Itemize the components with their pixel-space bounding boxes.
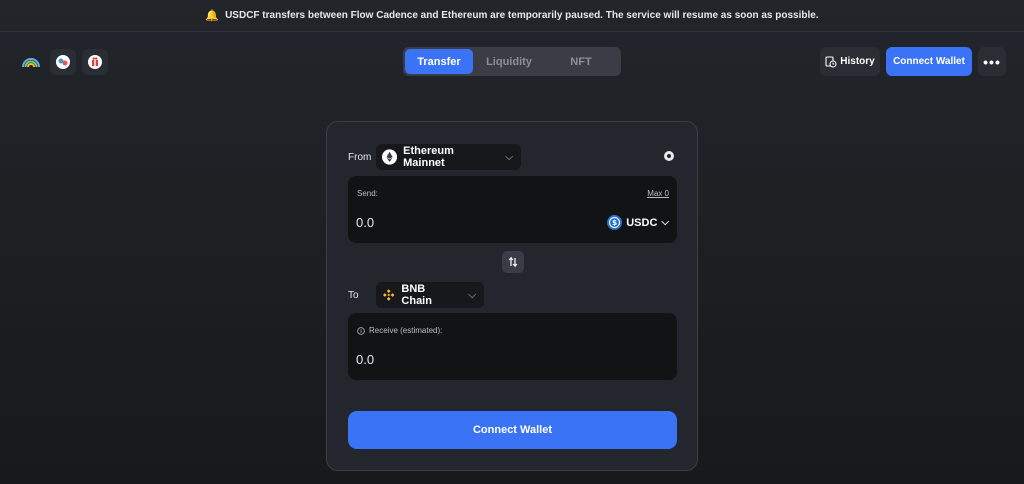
bell-icon: 🔔 (205, 10, 220, 22)
history-button[interactable]: History (820, 47, 880, 76)
receive-label: Receive (estimated): (369, 326, 443, 335)
transfer-card: From Ethereum Mainnet ⌵ Send: Max 0 0.0 … (326, 121, 698, 471)
receive-label-row: Receive (estimated): (357, 326, 442, 335)
receive-amount: 0.0 (356, 352, 375, 367)
gift-logo-icon[interactable] (82, 49, 108, 75)
ethereum-icon (382, 149, 398, 165)
to-chain-name: BNB Chain (401, 283, 432, 307)
more-options-icon[interactable]: ••• (978, 47, 1006, 76)
header-actions: History Connect Wallet ••• (820, 47, 1006, 76)
swap-direction-button[interactable] (502, 251, 524, 273)
send-label: Send: (357, 189, 378, 198)
announcement-banner: 🔔 USDCF transfers between Flow Cadence a… (0, 0, 1024, 32)
main-tabs: Transfer Liquidity NFT (403, 47, 621, 76)
rainbow-logo-icon[interactable] (18, 49, 44, 75)
to-label: To (348, 290, 359, 301)
info-icon (357, 326, 365, 335)
partner-logo-icon[interactable] (50, 49, 76, 75)
swap-arrows-icon (508, 256, 518, 268)
bnb-icon (382, 289, 395, 301)
receive-box: Receive (estimated): 0.0 (348, 313, 677, 380)
from-label: From (348, 152, 372, 163)
send-amount-input[interactable]: 0.0 (356, 215, 374, 230)
usdc-icon: $ (607, 215, 623, 230)
to-chain-select[interactable]: BNB Chain ⌵ (376, 282, 484, 308)
tab-liquidity[interactable]: Liquidity (473, 49, 545, 74)
tab-transfer[interactable]: Transfer (405, 49, 473, 74)
send-box: Send: Max 0 0.0 $ USDC ⌵ (348, 176, 677, 243)
from-chain-name: Ethereum Mainnet (403, 145, 454, 169)
history-label: History (840, 56, 875, 67)
chevron-down-icon: ⌵ (468, 289, 476, 301)
connect-wallet-header-button[interactable]: Connect Wallet (886, 47, 972, 76)
partner-logos (18, 49, 108, 75)
max-button[interactable]: Max 0 (647, 189, 669, 198)
tab-nft[interactable]: NFT (545, 49, 617, 74)
connect-wallet-button[interactable]: Connect Wallet (348, 411, 677, 449)
token-name: USDC (626, 216, 658, 229)
token-select[interactable]: $ USDC ⌵ (607, 215, 669, 230)
svg-text:$: $ (612, 219, 617, 227)
chevron-down-icon: ⌵ (661, 217, 669, 228)
history-icon (825, 55, 837, 68)
settings-gear-icon[interactable] (663, 150, 675, 162)
from-chain-select[interactable]: Ethereum Mainnet ⌵ (376, 144, 521, 170)
chevron-down-icon: ⌵ (505, 151, 513, 163)
banner-text: USDCF transfers between Flow Cadence and… (225, 10, 819, 21)
